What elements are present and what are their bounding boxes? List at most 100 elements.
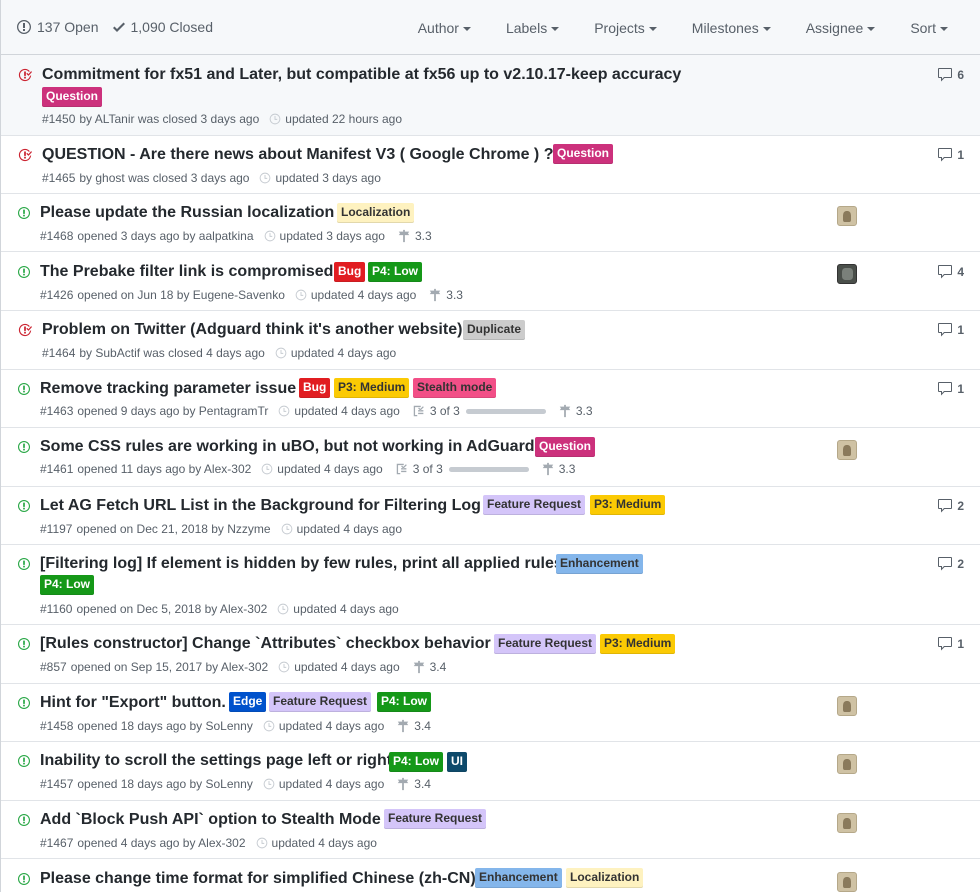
issue-label[interactable]: Question: [42, 87, 103, 107]
issue-row[interactable]: Inability to scroll the settings page le…: [1, 742, 980, 801]
issue-label[interactable]: Question: [535, 437, 596, 457]
issue-label[interactable]: Localization: [337, 203, 415, 223]
issue-label[interactable]: P4: Low: [389, 752, 444, 772]
issue-label[interactable]: UI: [447, 752, 467, 772]
milestone-link[interactable]: 3.3: [397, 228, 432, 244]
issue-label[interactable]: Feature Request: [269, 692, 372, 712]
issue-label[interactable]: Stealth mode: [413, 378, 497, 398]
labels-filter[interactable]: Labels: [487, 20, 575, 36]
issue-row[interactable]: Commitment for fx51 and Later, but compa…: [1, 55, 980, 136]
milestone-icon: [398, 229, 410, 243]
milestone-link[interactable]: 3.4: [412, 659, 446, 675]
issue-title-link[interactable]: Add `Block Push API` option to Stealth M…: [40, 810, 381, 830]
issue-open-status: [18, 636, 30, 655]
issue-label[interactable]: Localization: [566, 868, 644, 888]
issue-row[interactable]: Hint for "Export" button. Edge Feature Req…: [1, 684, 980, 742]
milestone-link[interactable]: 3.4: [396, 776, 431, 792]
milestone-link[interactable]: 3.3: [541, 461, 575, 477]
comment-count: 2: [957, 499, 964, 513]
issue-label[interactable]: Enhancement: [475, 868, 562, 888]
issue-label[interactable]: Feature Request: [494, 634, 597, 654]
issue-title-link[interactable]: Remove tracking parameter issue: [40, 379, 296, 399]
issue-row[interactable]: The Prebake filter link is compromised Bu…: [1, 252, 980, 311]
issue-label[interactable]: Duplicate: [463, 320, 526, 340]
comment-count-link[interactable]: 1: [937, 381, 964, 397]
assignee-avatar[interactable]: [837, 754, 857, 774]
comment-count-link[interactable]: 1: [937, 147, 964, 163]
issue-label[interactable]: P3: Medium: [334, 378, 410, 398]
milestones-filter[interactable]: Milestones: [673, 20, 787, 36]
issue-row[interactable]: QUESTION - Are there news about Manifest…: [1, 136, 980, 194]
issue-title-link[interactable]: Hint for "Export" button.: [40, 693, 226, 713]
issue-label[interactable]: P4: Low: [40, 575, 95, 595]
issue-label[interactable]: P4: Low: [377, 692, 432, 712]
issue-label[interactable]: Feature Request: [483, 495, 586, 515]
comment-count-link[interactable]: 2: [937, 498, 964, 514]
issue-title-link[interactable]: Some CSS rules are working in uBO, but n…: [40, 437, 535, 457]
issue-title-link[interactable]: Please change time format for simplified…: [40, 869, 476, 889]
issue-row[interactable]: Some CSS rules are working in uBO, but n…: [1, 428, 980, 487]
issue-label[interactable]: Bug: [299, 378, 331, 398]
issue-row[interactable]: [Rules constructor] Change `Attributes` …: [1, 625, 980, 684]
issue-label[interactable]: P4: Low: [368, 262, 423, 282]
comment-count-link[interactable]: 1: [937, 636, 964, 652]
assignee-filter[interactable]: Assignee: [787, 20, 892, 36]
comment-count-link[interactable]: 4: [937, 264, 964, 280]
issue-row[interactable]: Please update the Russian localization Lo…: [1, 194, 980, 252]
issue-opened-icon: [18, 755, 30, 767]
assignee-filter-label: Assignee: [805, 19, 864, 36]
comment-count-link[interactable]: 1: [937, 322, 964, 338]
issue-title-link[interactable]: QUESTION - Are there news about Manifest…: [42, 145, 553, 165]
issue-label[interactable]: Question: [553, 144, 614, 164]
milestone-link[interactable]: 3.3: [428, 287, 463, 303]
task-progress: 3 of 3: [412, 403, 546, 419]
issue-label[interactable]: Feature Request: [384, 809, 487, 829]
task-progress-bar: [448, 466, 529, 472]
issue-label[interactable]: Enhancement: [556, 554, 643, 574]
issue-title-link[interactable]: [Filtering log] If element is hidden by …: [40, 554, 563, 574]
author-filter[interactable]: Author: [399, 20, 487, 36]
issue-row[interactable]: Let AG Fetch URL List in the Background …: [1, 487, 980, 545]
open-issues-tab[interactable]: 137 Open: [17, 19, 99, 35]
sort-filter[interactable]: Sort: [891, 20, 980, 36]
issue-label[interactable]: P3: Medium: [600, 634, 676, 654]
milestone-name: 3.4: [414, 719, 431, 733]
issue-title-link[interactable]: Commitment for fx51 and Later, but compa…: [42, 65, 681, 85]
assignee-avatar[interactable]: [837, 206, 857, 226]
milestone-link[interactable]: 3.3: [558, 403, 593, 419]
issue-label[interactable]: P3: Medium: [590, 495, 666, 515]
issue-label[interactable]: Edge: [229, 692, 267, 712]
projects-filter-label: Projects: [594, 19, 645, 36]
issue-row[interactable]: Please change time format for simplified…: [1, 859, 980, 892]
assignee-avatar[interactable]: [837, 872, 857, 892]
issue-number: #1461: [40, 462, 74, 476]
issue-meta: #1464 by SubActif was closed 4 days ago up…: [42, 345, 396, 361]
closed-issues-tab[interactable]: 1,090 Closed: [112, 19, 213, 35]
issue-title-link[interactable]: Let AG Fetch URL List in the Background …: [40, 496, 481, 516]
comment-count: 1: [957, 148, 964, 162]
issue-number: #1458: [40, 719, 74, 733]
sort-filter-label: Sort: [910, 19, 936, 36]
assignee-avatar[interactable]: [837, 813, 857, 833]
issue-opened-by: opened 11 days ago by Alex-302: [77, 462, 252, 476]
issue-row[interactable]: [Filtering log] If element is hidden by …: [1, 545, 980, 625]
issue-title-link[interactable]: Please update the Russian localization: [40, 203, 334, 223]
issue-title-link[interactable]: Problem on Twitter (Adguard think it's a…: [42, 320, 462, 340]
issue-title-link[interactable]: Inability to scroll the settings page le…: [40, 751, 392, 771]
issue-title-link[interactable]: The Prebake filter link is compromised: [40, 262, 333, 282]
assignee-avatar[interactable]: [837, 696, 857, 716]
issue-title-link[interactable]: [Rules constructor] Change `Attributes` …: [40, 634, 491, 654]
issue-label[interactable]: Bug: [334, 262, 366, 282]
checklist-icon: [396, 463, 407, 475]
issue-row[interactable]: Add `Block Push API` option to Stealth M…: [1, 801, 980, 859]
issue-row[interactable]: Remove tracking parameter issue Bug P3: Me…: [1, 370, 980, 428]
issue-opened-by: by ghost was closed 3 days ago: [79, 171, 250, 185]
comment-count-link[interactable]: 6: [937, 67, 964, 83]
issue-row[interactable]: Problem on Twitter (Adguard think it's a…: [1, 311, 980, 370]
assignee-avatar[interactable]: [837, 264, 857, 284]
assignee-avatar[interactable]: [837, 440, 857, 460]
milestone-link[interactable]: 3.4: [396, 718, 431, 734]
projects-filter[interactable]: Projects: [575, 20, 673, 36]
comment-count-link[interactable]: 2: [937, 556, 964, 572]
updated-text: updated 4 days ago: [278, 777, 385, 791]
